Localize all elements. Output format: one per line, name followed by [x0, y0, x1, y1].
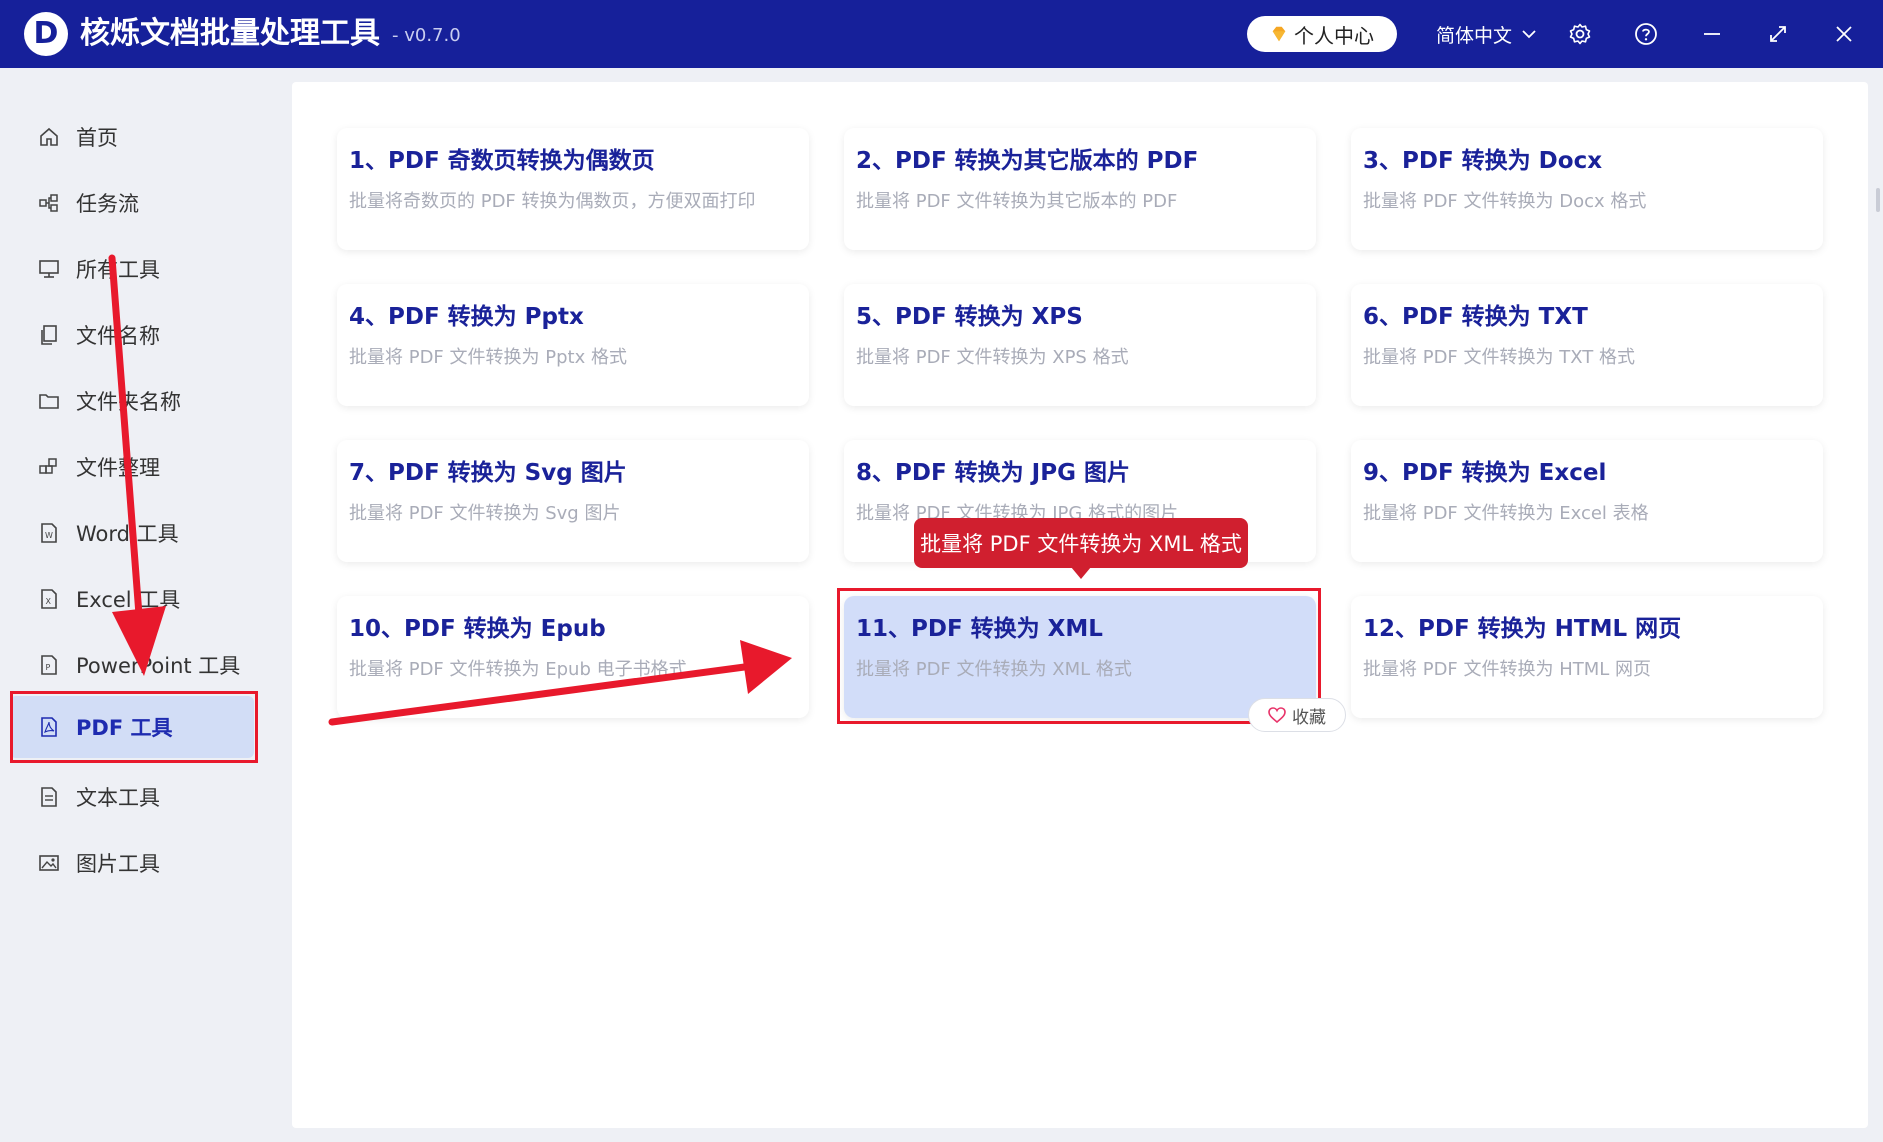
sidebar-item-word-tools[interactable]: W Word 工具 — [10, 502, 254, 564]
tool-card-title: 7、PDF 转换为 Svg 图片 — [349, 460, 627, 486]
svg-text:P: P — [46, 663, 51, 672]
sidebar-item-label: Word 工具 — [76, 522, 179, 546]
tool-card-title: 9、PDF 转换为 Excel — [1363, 460, 1607, 486]
tool-card-title: 6、PDF 转换为 TXT — [1363, 304, 1588, 330]
tool-card-title: 1、PDF 奇数页转换为偶数页 — [349, 148, 655, 174]
tooltip: 批量将 PDF 文件转换为 XML 格式 — [914, 518, 1248, 568]
tool-card[interactable]: 3、PDF 转换为 Docx 批量将 PDF 文件转换为 Docx 格式 — [1351, 128, 1823, 250]
sidebar-item-home[interactable]: 首页 — [10, 106, 254, 168]
monitor-icon — [39, 260, 59, 278]
tool-card-title: 12、PDF 转换为 HTML 网页 — [1363, 616, 1682, 642]
tool-card[interactable]: 2、PDF 转换为其它版本的 PDF 批量将 PDF 文件转换为其它版本的 PD… — [844, 128, 1316, 250]
sidebar-item-label: 文件夹名称 — [76, 390, 181, 414]
title-bar: D 核烁文档批量处理工具 - v0.7.0 个人中心 简体中文 — [0, 0, 1883, 68]
tool-card[interactable]: 12、PDF 转换为 HTML 网页 批量将 PDF 文件转换为 HTML 网页 — [1351, 596, 1823, 718]
organize-icon — [39, 458, 57, 474]
sidebar-item-folder-name[interactable]: 文件夹名称 — [10, 370, 254, 432]
sidebar-item-label: 文件名称 — [76, 324, 160, 348]
tool-card-title: 2、PDF 转换为其它版本的 PDF — [856, 148, 1199, 174]
sidebar-item-file-organize[interactable]: 文件整理 — [10, 436, 254, 498]
tool-card-description: 批量将奇数页的 PDF 转换为偶数页，方便双面打印 — [349, 191, 756, 212]
tool-card-title: 4、PDF 转换为 Pptx — [349, 304, 584, 330]
tool-card-description: 批量将 PDF 文件转换为 Pptx 格式 — [349, 347, 627, 368]
minimize-icon[interactable] — [1698, 20, 1726, 48]
close-icon[interactable] — [1830, 20, 1858, 48]
annotation-highlight-box — [837, 588, 1321, 724]
tool-card-description: 批量将 PDF 文件转换为 Docx 格式 — [1363, 191, 1647, 212]
tool-card-description: 批量将 PDF 文件转换为其它版本的 PDF — [856, 191, 1178, 212]
file-copy-icon — [41, 325, 57, 345]
tool-card-description: 批量将 PDF 文件转换为 Epub 电子书格式 — [349, 659, 687, 680]
tool-card-title: 5、PDF 转换为 XPS — [856, 304, 1083, 330]
language-select[interactable]: 简体中文 — [1436, 18, 1536, 50]
excel-file-icon: X — [41, 589, 57, 609]
tool-card-title: 10、PDF 转换为 Epub — [349, 616, 606, 642]
app-logo: D — [24, 12, 68, 56]
tool-card-description: 批量将 PDF 文件转换为 XPS 格式 — [856, 347, 1129, 368]
svg-text:W: W — [45, 531, 53, 540]
heart-icon — [1268, 707, 1286, 723]
tool-card-title: 8、PDF 转换为 JPG 图片 — [856, 460, 1130, 486]
favorite-button[interactable]: 收藏 — [1248, 698, 1346, 732]
app-version: - v0.7.0 — [392, 25, 461, 46]
sidebar-item-powerpoint-tools[interactable]: P PowerPoint 工具 — [10, 634, 254, 696]
tooltip-arrow — [1071, 567, 1091, 579]
app-title: 核烁文档批量处理工具 — [80, 16, 380, 51]
scrollbar-thumb[interactable] — [1876, 188, 1880, 212]
sidebar-item-excel-tools[interactable]: X Excel 工具 — [10, 568, 254, 630]
sidebar: 首页 任务流 所有工具 文件名称 文件夹名称 文件整理 W Word 工具 X … — [0, 68, 292, 1142]
home-icon — [40, 127, 58, 146]
workflow-icon — [39, 194, 58, 212]
image-icon — [39, 855, 59, 871]
tool-card[interactable]: 1、PDF 奇数页转换为偶数页 批量将奇数页的 PDF 转换为偶数页，方便双面打… — [337, 128, 809, 250]
text-file-icon — [41, 787, 57, 807]
maximize-icon[interactable] — [1764, 20, 1792, 48]
tool-card-description: 批量将 PDF 文件转换为 Excel 表格 — [1363, 503, 1649, 524]
sidebar-item-label: PowerPoint 工具 — [76, 654, 241, 678]
sidebar-item-label: 任务流 — [76, 192, 139, 216]
tool-card[interactable]: 5、PDF 转换为 XPS 批量将 PDF 文件转换为 XPS 格式 — [844, 284, 1316, 406]
tool-card[interactable]: 10、PDF 转换为 Epub 批量将 PDF 文件转换为 Epub 电子书格式 — [337, 596, 809, 718]
sidebar-item-label: 图片工具 — [76, 852, 160, 876]
user-center-button[interactable]: 个人中心 — [1247, 16, 1397, 52]
sidebar-item-all-tools[interactable]: 所有工具 — [10, 238, 254, 300]
annotation-highlight-box — [10, 691, 258, 763]
tool-card[interactable]: 6、PDF 转换为 TXT 批量将 PDF 文件转换为 TXT 格式 — [1351, 284, 1823, 406]
help-question-icon[interactable] — [1632, 20, 1660, 48]
sidebar-item-image-tools[interactable]: 图片工具 — [10, 832, 254, 894]
tool-card-description: 批量将 PDF 文件转换为 HTML 网页 — [1363, 659, 1652, 680]
sidebar-item-label: Excel 工具 — [76, 588, 181, 612]
sidebar-item-label: 文本工具 — [76, 786, 160, 810]
svg-text:X: X — [46, 597, 52, 606]
ppt-file-icon: P — [41, 655, 57, 675]
sidebar-item-label: 文件整理 — [76, 456, 160, 480]
vip-diamond-icon — [1272, 26, 1286, 42]
tool-card[interactable]: 9、PDF 转换为 Excel 批量将 PDF 文件转换为 Excel 表格 — [1351, 440, 1823, 562]
tool-card[interactable]: 4、PDF 转换为 Pptx 批量将 PDF 文件转换为 Pptx 格式 — [337, 284, 809, 406]
chevron-down-icon — [1522, 30, 1536, 39]
tool-card-description: 批量将 PDF 文件转换为 Svg 图片 — [349, 503, 621, 524]
sidebar-item-file-name[interactable]: 文件名称 — [10, 304, 254, 366]
sidebar-item-workflow[interactable]: 任务流 — [10, 172, 254, 234]
language-label: 简体中文 — [1436, 24, 1513, 47]
favorite-label: 收藏 — [1292, 707, 1326, 728]
sidebar-item-label: 所有工具 — [76, 258, 160, 282]
user-center-label: 个人中心 — [1294, 23, 1374, 48]
tool-card-description: 批量将 PDF 文件转换为 TXT 格式 — [1363, 347, 1635, 368]
tool-card[interactable]: 7、PDF 转换为 Svg 图片 批量将 PDF 文件转换为 Svg 图片 — [337, 440, 809, 562]
tool-card-title: 3、PDF 转换为 Docx — [1363, 148, 1603, 174]
folder-icon — [39, 394, 59, 409]
sidebar-item-label: 首页 — [76, 126, 118, 150]
sidebar-item-text-tools[interactable]: 文本工具 — [10, 766, 254, 828]
settings-gear-icon[interactable] — [1566, 20, 1594, 48]
word-file-icon: W — [41, 523, 57, 543]
